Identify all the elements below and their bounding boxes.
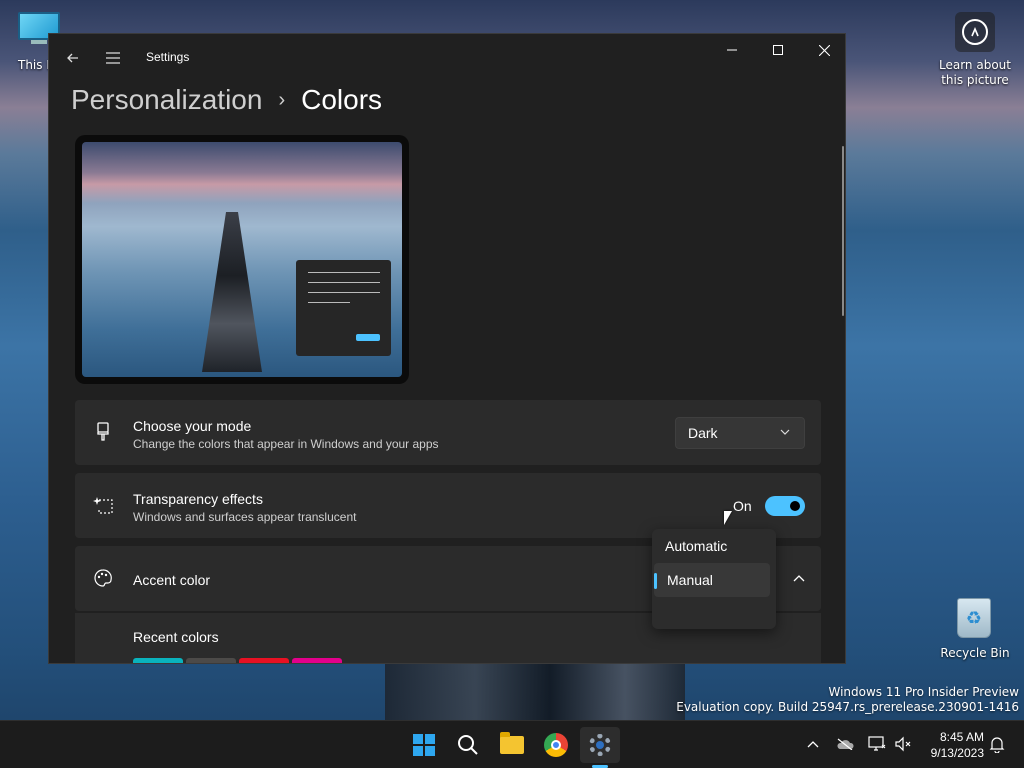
camera-icon [962, 19, 988, 45]
show-hidden-icons-button[interactable] [802, 733, 824, 755]
recycle-bin-label: Recycle Bin [940, 646, 1010, 660]
back-button[interactable] [59, 44, 87, 72]
preview-wallpaper [82, 142, 402, 377]
recent-colors-title: Recent colors [133, 629, 219, 645]
minimize-button[interactable] [709, 34, 755, 66]
recent-color-swatch[interactable] [133, 658, 183, 663]
search-icon [458, 735, 478, 755]
transparency-title: Transparency effects [133, 491, 263, 507]
learn-label-line1: Learn about [939, 58, 1011, 72]
breadcrumb: Personalization › Colors [71, 80, 382, 120]
transparency-toggle[interactable] [765, 496, 805, 516]
learn-about-picture-label: Learn about this picture [930, 58, 1020, 88]
palette-icon [93, 568, 113, 588]
hamburger-icon [106, 52, 120, 64]
settings-window: Settings Personalization › Colors Choose… [48, 33, 846, 664]
accent-title: Accent color [133, 572, 211, 588]
maximize-button[interactable] [755, 34, 801, 66]
page-title: Colors [301, 84, 383, 115]
wallpaper-pier [385, 664, 685, 724]
notifications-button[interactable] [986, 733, 1008, 755]
taskbar: 8:45 AM 9/13/2023 [0, 720, 1024, 768]
network-icon[interactable] [866, 733, 888, 755]
back-arrow-icon [67, 53, 78, 63]
file-explorer-button[interactable] [492, 727, 532, 763]
selection-indicator [654, 573, 657, 589]
close-button[interactable] [801, 34, 845, 66]
mouse-cursor [724, 511, 732, 525]
taskbar-clock[interactable]: 8:45 AM 9/13/2023 [922, 729, 984, 761]
maximize-icon [773, 45, 783, 55]
clock-date: 9/13/2023 [930, 746, 984, 760]
mode-dropdown-value: Dark [688, 425, 718, 441]
watermark-line2: Evaluation copy. Build 25947.rs_prerelea… [676, 700, 1019, 714]
collapse-accent-button[interactable] [787, 566, 811, 590]
learn-label-line2: this picture [941, 73, 1009, 87]
transparency-subtitle: Windows and surfaces appear translucent [133, 510, 357, 524]
learn-about-picture-icon[interactable] [955, 12, 995, 52]
nav-menu-button[interactable] [99, 44, 127, 72]
minimize-icon [727, 49, 737, 51]
accent-mode-popup: Automatic Manual [652, 529, 776, 629]
accent-option-automatic[interactable]: Automatic [652, 529, 772, 563]
volume-muted-icon[interactable] [892, 733, 914, 755]
settings-taskbar-button[interactable] [580, 727, 620, 763]
chrome-icon [544, 733, 568, 757]
toggle-knob [790, 501, 800, 511]
chevron-down-icon [780, 426, 790, 438]
chrome-button[interactable] [536, 727, 576, 763]
theme-preview [75, 135, 409, 384]
accent-option-manual-label: Manual [667, 572, 713, 588]
paintbrush-icon [93, 422, 113, 442]
preview-accent-button [356, 334, 380, 341]
recent-color-swatch[interactable] [292, 658, 342, 663]
scrollbar[interactable] [842, 146, 844, 316]
start-icon [413, 734, 435, 756]
preview-window [296, 260, 391, 356]
title-bar[interactable]: Settings [49, 34, 845, 82]
recycle-bin-icon[interactable]: ♻ [955, 598, 993, 640]
file-explorer-icon [500, 732, 524, 754]
mode-title: Choose your mode [133, 418, 252, 434]
clock-time: 8:45 AM [939, 730, 984, 744]
accent-option-manual[interactable]: Manual [654, 563, 770, 597]
chevron-up-icon [807, 740, 819, 747]
settings-icon [589, 734, 611, 756]
evaluation-watermark: Windows 11 Pro Insider Preview Evaluatio… [676, 685, 1019, 715]
start-button[interactable] [404, 727, 444, 763]
close-icon [818, 44, 830, 56]
window-title: Settings [146, 50, 190, 64]
search-button[interactable] [448, 727, 488, 763]
sparkle-window-icon [93, 495, 113, 515]
mode-dropdown[interactable]: Dark [675, 417, 805, 449]
breadcrumb-personalization[interactable]: Personalization [71, 84, 262, 116]
onedrive-icon[interactable] [834, 733, 856, 755]
watermark-line1: Windows 11 Pro Insider Preview [828, 685, 1019, 699]
breadcrumb-separator: › [278, 88, 286, 111]
mode-setting-card: Choose your mode Change the colors that … [75, 400, 821, 465]
mode-subtitle: Change the colors that appear in Windows… [133, 437, 439, 451]
transparency-state-label: On [733, 498, 752, 514]
recent-color-swatch[interactable] [239, 658, 289, 663]
bell-icon [989, 737, 1005, 753]
preview-pier [202, 212, 262, 372]
chevron-up-icon [793, 574, 805, 581]
recent-color-swatch[interactable] [186, 658, 236, 663]
